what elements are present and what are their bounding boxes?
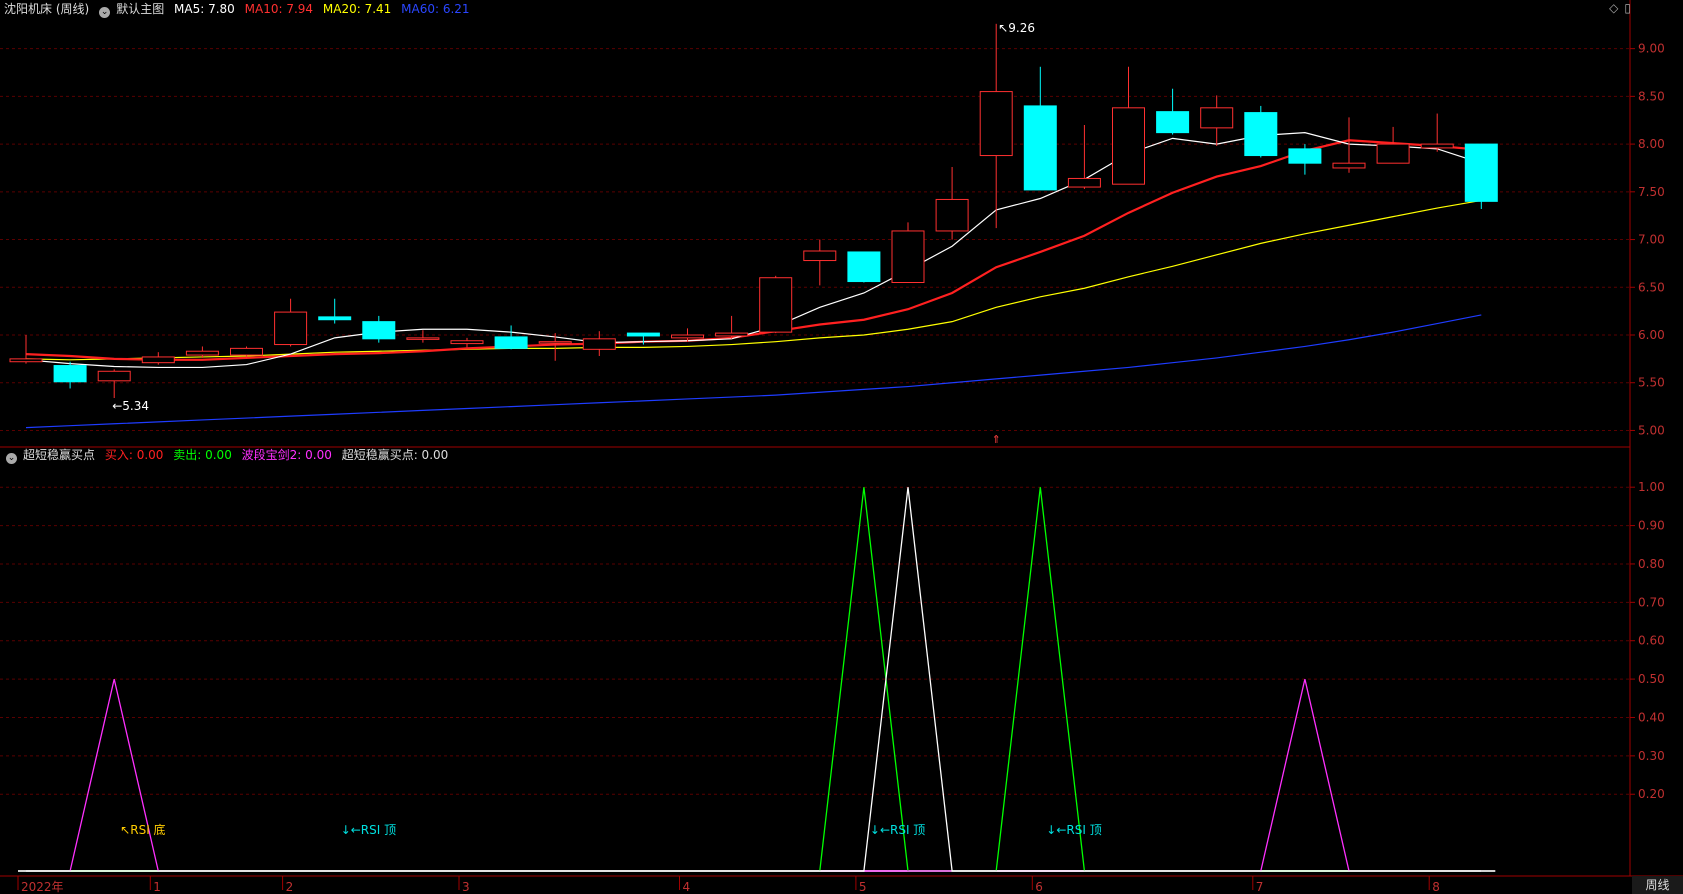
price-tick-label: 7.50	[1638, 185, 1665, 199]
time-axis-label: 3	[462, 880, 470, 894]
time-axis-label: 4	[683, 880, 691, 894]
main-chart-header: 沈阳机床 (周线) ⌄ 默认主图 MA5: 7.80 MA10: 7.94 MA20…	[4, 0, 476, 18]
time-axis-label: 1	[153, 880, 161, 894]
candle-body[interactable]	[494, 336, 528, 349]
rsi-signal-label: ↓←RSI 顶	[870, 823, 925, 837]
time-axis-label: 5	[859, 880, 867, 894]
rsi-signal-label: ↓←RSI 顶	[1046, 823, 1101, 837]
price-tick-label: 8.00	[1638, 137, 1665, 151]
candle-body[interactable]	[362, 321, 396, 340]
price-tick-label: 6.00	[1638, 328, 1665, 342]
candle-body[interactable]	[1332, 162, 1366, 169]
candle-body[interactable]	[626, 332, 660, 337]
candle-body[interactable]	[847, 251, 881, 283]
indicator-line-main	[26, 487, 1482, 872]
ma20-value: MA20: 7.41	[322, 2, 392, 16]
candle-body[interactable]	[406, 337, 440, 340]
chevron-down-icon[interactable]: ⌄	[6, 453, 17, 464]
price-tick-label: 8.50	[1638, 89, 1665, 103]
ma-line-ma5	[25, 132, 1482, 369]
price-tick-label: 6.50	[1638, 280, 1665, 294]
indicator-tick-label: 0.50	[1638, 672, 1665, 686]
candle-body[interactable]	[318, 316, 352, 321]
stock-title: 沈阳机床 (周线)	[4, 2, 90, 16]
ma-line-ma60	[25, 314, 1482, 429]
indicator-tick-label: 0.80	[1638, 557, 1665, 571]
indicator-tick-label: 0.70	[1638, 595, 1665, 609]
indicator-tick-label: 1.00	[1638, 480, 1665, 494]
price-tick-label: 7.00	[1638, 233, 1665, 247]
indicator-header: ⌄ 超短稳赢买点 买入: 0.00 卖出: 0.00 波段宝剑2: 0.00 超短…	[2, 446, 454, 464]
candle-body[interactable]	[759, 277, 793, 333]
candle-body[interactable]	[979, 91, 1013, 157]
main-chart-label[interactable]: 默认主图	[116, 2, 164, 16]
candle-body[interactable]	[582, 338, 616, 350]
window-icon[interactable]: ▯	[1624, 1, 1631, 15]
stock-chart-window: 9.00 8.50 8.00 7.50 7.00 6.50 6.00 5.50 5.00 1.00…	[0, 0, 1683, 894]
ma-line-ma20	[25, 199, 1482, 361]
candle-body[interactable]	[274, 311, 308, 346]
candle-body[interactable]	[1376, 143, 1410, 164]
time-axis-label: 6	[1035, 880, 1043, 894]
time-axis-label: 2022年	[21, 880, 64, 894]
candle-body[interactable]	[450, 340, 484, 345]
ma-line-ma10	[25, 139, 1482, 361]
rsi-signal-label: ↖RSI 底	[120, 822, 165, 837]
ma5-value: MA5: 7.80	[174, 2, 235, 16]
time-axis-label: 7	[1256, 880, 1264, 894]
candle-body[interactable]	[1200, 107, 1234, 129]
candle-body[interactable]	[141, 356, 175, 364]
ma60-value: MA60: 6.21	[401, 2, 470, 16]
candle-body[interactable]	[671, 334, 704, 339]
indicator-name[interactable]: 超短稳赢买点	[23, 448, 95, 462]
ma10-value: MA10: 7.94	[244, 2, 314, 16]
candle-body[interactable]	[1464, 143, 1498, 202]
indicator-sell-value: 卖出: 0.00	[173, 448, 232, 462]
indicator-main-value: 超短稳赢买点: 0.00	[341, 448, 449, 462]
candle-body[interactable]	[1023, 105, 1057, 191]
candle-body[interactable]	[1244, 112, 1278, 157]
indicator-line-sell	[26, 487, 1482, 872]
candle-body[interactable]	[891, 230, 925, 283]
price-tick-label: 9.00	[1638, 42, 1665, 56]
candle-body[interactable]	[1288, 148, 1322, 164]
time-axis-label: 2	[286, 880, 294, 894]
period-label[interactable]: 周线	[1632, 876, 1683, 894]
candle-body[interactable]	[230, 347, 263, 356]
low-price-annotation: ←5.34	[112, 399, 149, 413]
candle-body[interactable]	[1112, 107, 1145, 185]
diamond-icon[interactable]: ◇	[1609, 1, 1618, 15]
panel-resize-icon: ⇑	[992, 433, 1001, 446]
candle-body[interactable]	[53, 365, 87, 383]
candle-body[interactable]	[9, 358, 43, 363]
candle-body[interactable]	[935, 198, 969, 232]
candle-body[interactable]	[185, 350, 219, 356]
candle-body[interactable]	[1420, 143, 1454, 149]
candle-body[interactable]	[97, 370, 131, 382]
price-tick-label: 5.50	[1638, 376, 1665, 390]
candle-body[interactable]	[803, 250, 837, 262]
chevron-down-icon[interactable]: ⌄	[99, 7, 111, 18]
indicator-tick-label: 0.60	[1638, 634, 1665, 648]
rsi-signal-label: ↓←RSI 顶	[341, 823, 396, 837]
indicator-tick-label: 0.90	[1638, 519, 1665, 533]
indicator-tick-label: 0.20	[1638, 787, 1665, 801]
price-tick-label: 5.00	[1638, 423, 1665, 437]
indicator-line-band	[26, 678, 1482, 872]
indicator-tick-label: 0.40	[1638, 710, 1665, 724]
time-axis-label: 8	[1432, 880, 1440, 894]
indicator-band-value: 波段宝剑2: 0.00	[241, 448, 332, 462]
candle-body[interactable]	[715, 332, 749, 337]
candle-body[interactable]	[538, 341, 572, 344]
indicator-buy-value: 买入: 0.00	[104, 448, 164, 462]
high-price-annotation: ↖9.26	[998, 21, 1035, 35]
window-controls: ◇ ▯	[1603, 0, 1631, 16]
candle-body[interactable]	[1156, 111, 1190, 134]
indicator-tick-label: 0.30	[1638, 749, 1665, 763]
candle-body[interactable]	[1067, 177, 1101, 188]
